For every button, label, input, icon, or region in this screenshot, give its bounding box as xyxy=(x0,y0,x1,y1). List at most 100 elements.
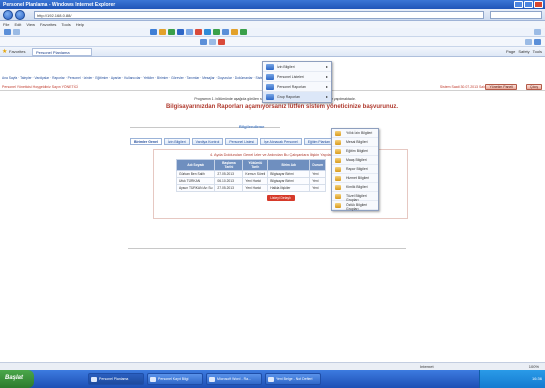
menu-item-personel-raporlari[interactable]: Personel Raporları ▸ xyxy=(263,82,331,92)
taskbar-button-label: Personel Planlama xyxy=(99,377,129,381)
submenu-item-label: Eğitim Bilgileri xyxy=(346,149,368,153)
table-cell: Yeni xyxy=(309,177,327,185)
maximize-button[interactable] xyxy=(524,1,533,8)
toolbar-icon[interactable] xyxy=(186,29,193,35)
submenu-item-label: Maaş Bilgileri xyxy=(346,158,367,162)
detail-button[interactable]: Listeyi Detaylı Görüntüle xyxy=(266,195,295,206)
column-header[interactable]: Durum xyxy=(309,159,327,171)
table-row[interactable]: Ufuk TÜRKAN 06.10.2013 Yeni Harici Bilgi… xyxy=(175,177,327,185)
toolbar-icon[interactable] xyxy=(534,39,541,45)
logout-button[interactable]: Çıkış xyxy=(526,84,542,90)
submenu-item[interactable]: Özlük Bilgileri Grupları xyxy=(332,201,378,211)
toolbar-icon[interactable] xyxy=(204,29,211,35)
table-cell: Yeni Harici xyxy=(242,184,269,192)
favorites-label[interactable]: Favorites xyxy=(9,49,25,54)
toolbar-icon[interactable] xyxy=(231,29,238,35)
menu-bar: File Edit View Favorites Tools Help xyxy=(0,21,545,28)
toolbar-icon[interactable] xyxy=(168,29,175,35)
submenu-item[interactable]: Yıllık İzin Bilgileri xyxy=(332,129,378,138)
submenu-item[interactable]: Rapor Bilgileri xyxy=(332,165,378,174)
tab-izin[interactable]: İzin Bilgileri xyxy=(163,138,190,145)
word-icon xyxy=(209,377,215,382)
taskbar-button[interactable]: Yeni Belge - Not Defteri xyxy=(265,373,321,385)
submenu-item[interactable]: Hizmet Bilgileri xyxy=(332,174,378,183)
zoom-level[interactable]: 100% xyxy=(529,364,539,369)
menu-tools[interactable]: Tools xyxy=(61,22,70,27)
star-icon[interactable]: ★ xyxy=(2,48,7,55)
submenu-item-label: Mesai Bilgileri xyxy=(346,140,368,144)
toolbar-icon[interactable] xyxy=(222,29,229,35)
toolbar-icon[interactable] xyxy=(213,29,220,35)
admin-panel-button[interactable]: Yönetim Paneli xyxy=(485,84,517,90)
table-row[interactable]: Gürkan Ben Salih 27.05.2013 Kırmızı Süre… xyxy=(175,170,327,178)
toolbar-icon[interactable] xyxy=(209,39,216,45)
tab-egitim[interactable]: Eğitim Planları xyxy=(303,138,335,145)
menu-edit[interactable]: Edit xyxy=(14,22,21,27)
search-input[interactable] xyxy=(490,11,542,19)
close-button[interactable] xyxy=(534,1,543,8)
toolbar-icon[interactable] xyxy=(218,39,225,45)
window-titlebar: Personel Planlama - Windows Internet Exp… xyxy=(0,0,545,9)
toolbar-icon[interactable] xyxy=(200,39,207,45)
document-icon xyxy=(335,176,341,181)
clock[interactable]: 16:36 xyxy=(532,376,542,381)
table-cell: Kırmızı Süreli xyxy=(242,170,269,178)
menu-item-label: İzin Bilgileri xyxy=(277,65,295,69)
submenu-item[interactable]: Mesai Bilgileri xyxy=(332,138,378,147)
document-icon xyxy=(335,140,341,145)
toolbar-icon[interactable] xyxy=(240,29,247,35)
back-icon[interactable] xyxy=(3,10,13,20)
tab-birimler[interactable]: Birimler Genel xyxy=(130,138,162,145)
table-row[interactable]: Aysun TÜRKAN Arı Su 27.05.2013 Yeni Hari… xyxy=(175,184,327,192)
menu-item-personel-listeleri[interactable]: Personel Listeleri ▸ xyxy=(263,72,331,82)
menu-view[interactable]: View xyxy=(26,22,35,27)
column-header[interactable]: Birim Adı xyxy=(267,159,311,171)
taskbar-button[interactable]: Microsoft Word - Ra... xyxy=(206,373,262,385)
minimize-button[interactable] xyxy=(514,1,523,8)
tab-vardiya[interactable]: Vardiya Kontrol xyxy=(191,138,224,145)
ie-icon xyxy=(150,377,156,382)
menu-item-izin[interactable]: İzin Bilgileri ▸ xyxy=(263,62,331,72)
toolbar-icon[interactable] xyxy=(195,29,202,35)
toolbar-icon[interactable] xyxy=(150,29,157,35)
menu-favorites[interactable]: Favorites xyxy=(40,22,56,27)
submenu-item-label: Kimlik Bilgileri xyxy=(346,185,368,189)
submenu-item[interactable]: Tüzel Bilgileri Grupları xyxy=(332,192,378,202)
taskbar-button[interactable]: Personel Planlama xyxy=(88,373,144,385)
forward-icon[interactable] xyxy=(15,10,25,20)
taskbar-button[interactable]: Personel Kayıt Bilgi xyxy=(147,373,203,385)
document-icon xyxy=(335,167,341,172)
tab-personel[interactable]: Personel Listesi xyxy=(225,138,259,145)
folder-icon xyxy=(266,84,274,90)
submenu-item-label: Yıllık İzin Bilgileri xyxy=(346,131,373,135)
chevron-right-icon: ▸ xyxy=(325,64,328,69)
address-input[interactable]: http://192.168.0.88/ xyxy=(34,11,484,19)
menu-file[interactable]: File xyxy=(3,22,9,27)
command-safety[interactable]: Safety xyxy=(518,49,529,54)
command-tools[interactable]: Tools xyxy=(533,49,542,54)
table-cell: Yeni xyxy=(309,184,327,192)
command-page[interactable]: Page xyxy=(506,49,515,54)
toolbar-icon[interactable] xyxy=(525,39,532,45)
submenu-item[interactable]: Maaş Bilgileri xyxy=(332,156,378,165)
submenu-item[interactable]: Eğitim Bilgileri xyxy=(332,147,378,156)
menu-item-grup-raporlari[interactable]: Grup Raporları ▸ xyxy=(263,92,331,102)
start-button[interactable]: Başlat xyxy=(0,370,34,388)
toolbar-icon[interactable] xyxy=(534,29,541,35)
taskbar-button-label: Personel Kayıt Bilgi xyxy=(158,377,189,381)
column-header[interactable]: Yükümlü Tarih xyxy=(242,159,269,171)
toolbar-icon[interactable] xyxy=(4,29,11,35)
column-header[interactable]: Adı Soyadı xyxy=(175,159,216,171)
browser-tab[interactable]: Personel Planlama xyxy=(32,48,92,56)
column-header[interactable]: Başlama Tarihi xyxy=(214,159,244,171)
toolbar-icon[interactable] xyxy=(159,29,166,35)
toolbar-icon[interactable] xyxy=(177,29,184,35)
report-table: Adı Soyadı Başlama Tarihi Yükümlü Tarih … xyxy=(175,159,327,192)
menu-help[interactable]: Help xyxy=(76,22,84,27)
table-cell: Ufuk TÜRKAN xyxy=(175,177,216,185)
submenu-item[interactable]: Kimlik Bilgileri xyxy=(332,183,378,192)
table-cell: 06.10.2013 xyxy=(214,177,244,185)
toolbar-icon[interactable] xyxy=(13,29,20,35)
table-cell: Gürkan Ben Salih xyxy=(175,170,216,178)
tab-ise-alinacak[interactable]: İşe Alınacak Personel xyxy=(260,138,302,145)
